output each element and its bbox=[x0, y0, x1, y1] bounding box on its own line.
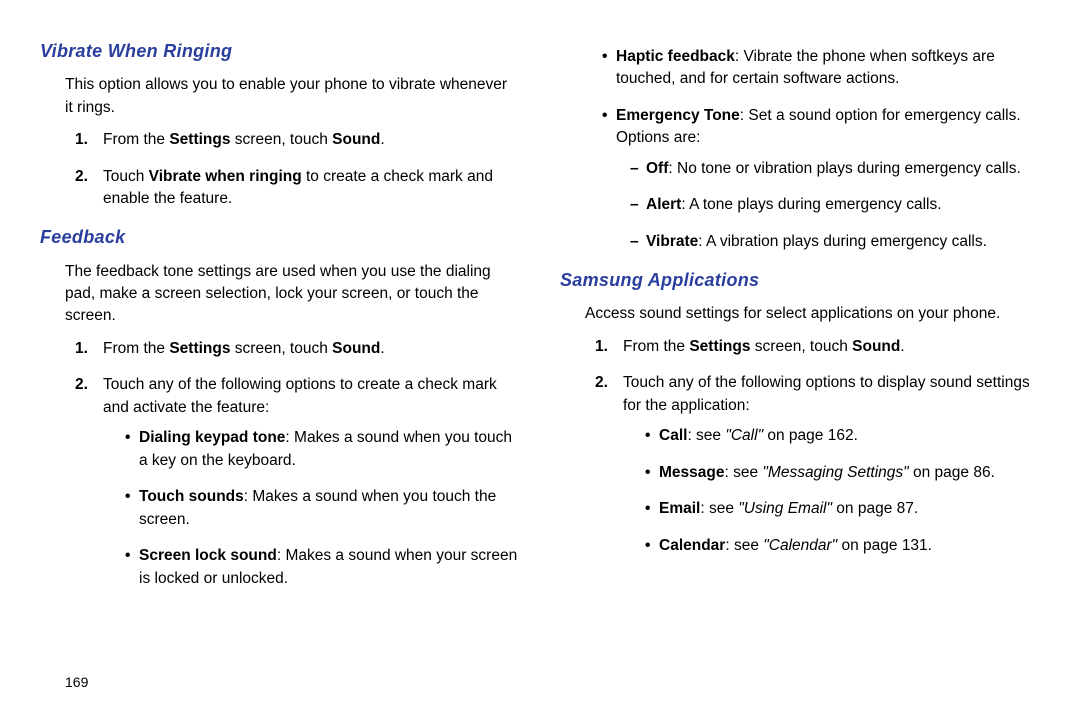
section-intro: This option allows you to enable your ph… bbox=[65, 74, 520, 119]
bold-text: Touch sounds bbox=[139, 488, 244, 505]
dash-item: Off: No tone or vibration plays during e… bbox=[630, 158, 1040, 180]
text: . bbox=[380, 131, 384, 148]
bold-text: Emergency Tone bbox=[616, 107, 740, 124]
section-intro: The feedback tone settings are used when… bbox=[65, 261, 520, 328]
step-item: Touch any of the following options to cr… bbox=[75, 374, 520, 590]
step-item: From the Settings screen, touch Sound. bbox=[595, 336, 1040, 358]
page-number: 169 bbox=[65, 672, 88, 692]
left-column: Vibrate When Ringing This option allows … bbox=[40, 38, 520, 700]
section-heading-vibrate: Vibrate When Ringing bbox=[40, 38, 520, 64]
bold-text: Settings bbox=[169, 131, 230, 148]
dash-item: Alert: A tone plays during emergency cal… bbox=[630, 194, 1040, 216]
section-heading-feedback: Feedback bbox=[40, 224, 520, 250]
bold-text: Alert bbox=[646, 196, 681, 213]
text: From the bbox=[103, 340, 169, 357]
bold-text: Vibrate bbox=[646, 233, 698, 250]
bold-text: Haptic feedback bbox=[616, 48, 735, 65]
bold-text: Message bbox=[659, 464, 724, 481]
bold-text: Settings bbox=[169, 340, 230, 357]
right-column: Haptic feedback: Vibrate the phone when … bbox=[560, 38, 1040, 700]
text: . bbox=[380, 340, 384, 357]
text: : see bbox=[687, 427, 725, 444]
bullet-item: Call: see "Call" on page 162. bbox=[645, 425, 1040, 447]
bullet-item: Emergency Tone: Set a sound option for e… bbox=[602, 105, 1040, 253]
steps-list: From the Settings screen, touch Sound. T… bbox=[75, 338, 520, 590]
bold-text: Email bbox=[659, 500, 700, 517]
manual-page: Vibrate When Ringing This option allows … bbox=[0, 0, 1080, 720]
bold-text: Calendar bbox=[659, 537, 725, 554]
text: : see bbox=[725, 537, 763, 554]
text: From the bbox=[103, 131, 169, 148]
step-item: From the Settings screen, touch Sound. bbox=[75, 129, 520, 151]
bold-text: Settings bbox=[689, 338, 750, 355]
bold-text: Sound bbox=[332, 131, 380, 148]
bullet-item: Screen lock sound: Makes a sound when yo… bbox=[125, 545, 520, 590]
text: Touch bbox=[103, 168, 149, 185]
step-item: Touch Vibrate when ringing to create a c… bbox=[75, 166, 520, 211]
steps-list: From the Settings screen, touch Sound. T… bbox=[75, 129, 520, 210]
italic-ref: "Messaging Settings" bbox=[762, 464, 908, 481]
bold-text: Sound bbox=[852, 338, 900, 355]
text: : No tone or vibration plays during emer… bbox=[668, 160, 1020, 177]
text: Touch any of the following options to cr… bbox=[103, 376, 497, 415]
steps-list: From the Settings screen, touch Sound. T… bbox=[595, 336, 1040, 557]
text: screen, touch bbox=[230, 131, 332, 148]
text: on page 87. bbox=[832, 500, 918, 517]
text: : A vibration plays during emergency cal… bbox=[698, 233, 987, 250]
bullet-item: Calendar: see "Calendar" on page 131. bbox=[645, 535, 1040, 557]
text: screen, touch bbox=[230, 340, 332, 357]
bullet-item: Dialing keypad tone: Makes a sound when … bbox=[125, 427, 520, 472]
italic-ref: "Using Email" bbox=[738, 500, 832, 517]
bullet-item: Touch sounds: Makes a sound when you tou… bbox=[125, 486, 520, 531]
text: : see bbox=[724, 464, 762, 481]
bullet-item: Message: see "Messaging Settings" on pag… bbox=[645, 462, 1040, 484]
text: : A tone plays during emergency calls. bbox=[681, 196, 941, 213]
bullet-list: Dialing keypad tone: Makes a sound when … bbox=[125, 427, 520, 590]
section-intro: Access sound settings for select applica… bbox=[585, 303, 1040, 325]
step-item: From the Settings screen, touch Sound. bbox=[75, 338, 520, 360]
text: on page 162. bbox=[763, 427, 858, 444]
dash-list: Off: No tone or vibration plays during e… bbox=[630, 158, 1040, 253]
bold-text: Vibrate when ringing bbox=[149, 168, 302, 185]
bold-text: Dialing keypad tone bbox=[139, 429, 285, 446]
bold-text: Call bbox=[659, 427, 687, 444]
text: on page 86. bbox=[909, 464, 995, 481]
italic-ref: "Calendar" bbox=[763, 537, 837, 554]
dash-item: Vibrate: A vibration plays during emerge… bbox=[630, 231, 1040, 253]
bold-text: Off bbox=[646, 160, 668, 177]
step-item: Touch any of the following options to di… bbox=[595, 372, 1040, 557]
bullet-item: Haptic feedback: Vibrate the phone when … bbox=[602, 46, 1040, 91]
text: : see bbox=[700, 500, 738, 517]
text: Touch any of the following options to di… bbox=[623, 374, 1030, 413]
bullet-list: Call: see "Call" on page 162. Message: s… bbox=[645, 425, 1040, 557]
bullet-item: Email: see "Using Email" on page 87. bbox=[645, 498, 1040, 520]
text: From the bbox=[623, 338, 689, 355]
text: screen, touch bbox=[750, 338, 852, 355]
section-heading-samsung-apps: Samsung Applications bbox=[560, 267, 1040, 293]
bullet-list-continued: Haptic feedback: Vibrate the phone when … bbox=[602, 46, 1040, 253]
text: . bbox=[900, 338, 904, 355]
bold-text: Screen lock sound bbox=[139, 547, 277, 564]
bold-text: Sound bbox=[332, 340, 380, 357]
italic-ref: "Call" bbox=[725, 427, 763, 444]
text: on page 131. bbox=[837, 537, 932, 554]
